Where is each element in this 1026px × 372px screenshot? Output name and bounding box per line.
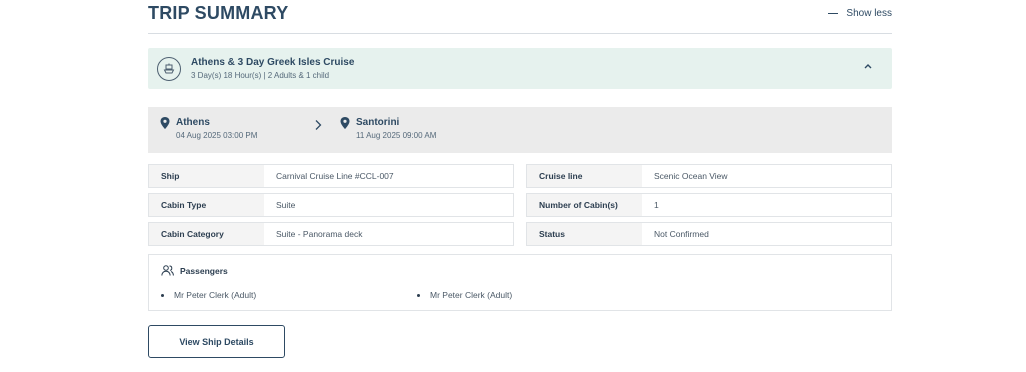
detail-status: Status Not Confirmed xyxy=(526,222,892,246)
detail-label: Ship xyxy=(149,165,264,187)
location-pin-icon xyxy=(340,117,350,129)
details-row: Cabin Category Suite - Panorama deck Sta… xyxy=(148,222,892,246)
detail-label: Number of Cabin(s) xyxy=(527,194,642,216)
detail-label: Cabin Category xyxy=(149,223,264,245)
chevron-right-icon xyxy=(314,118,322,134)
passenger-name: Mr Peter Clerk (Adult) xyxy=(174,290,257,300)
detail-label: Cruise line xyxy=(527,165,642,187)
detail-cabin-category: Cabin Category Suite - Panorama deck xyxy=(148,222,514,246)
detail-value: 1 xyxy=(654,200,659,210)
passengers-label: Passengers xyxy=(180,265,228,276)
destination-datetime: 11 Aug 2025 09:00 AM xyxy=(356,131,437,140)
destination-city: Santorini xyxy=(356,117,400,128)
trip-summary-header: TRIP SUMMARY Show less xyxy=(148,0,892,34)
people-icon xyxy=(161,265,174,276)
detail-value: Not Confirmed xyxy=(654,229,709,239)
cruise-details-table: Ship Carnival Cruise Line #CCL-007 Cruis… xyxy=(148,164,892,251)
detail-value: Suite xyxy=(276,200,296,210)
details-row: Ship Carnival Cruise Line #CCL-007 Cruis… xyxy=(148,164,892,188)
minus-icon xyxy=(828,12,839,15)
cruise-subtitle: 3 Day(s) 18 Hour(s) | 2 Adults & 1 child xyxy=(191,71,330,80)
detail-value: Carnival Cruise Line #CCL-007 xyxy=(276,171,394,181)
ship-icon xyxy=(157,56,181,81)
chevron-up-icon[interactable] xyxy=(864,61,872,72)
detail-value: Scenic Ocean View xyxy=(654,171,728,181)
details-row: Cabin Type Suite Number of Cabin(s) 1 xyxy=(148,193,892,217)
detail-cruise-line: Cruise line Scenic Ocean View xyxy=(526,164,892,188)
show-less-button[interactable]: Show less xyxy=(828,8,892,19)
passengers-panel: Passengers Mr Peter Clerk (Adult) Mr Pet… xyxy=(148,254,892,311)
origin-datetime: 04 Aug 2025 03:00 PM xyxy=(176,131,258,140)
trip-summary: TRIP SUMMARY Show less Athens & 3 Day Gr… xyxy=(148,0,892,358)
cruise-name: Athens & 3 Day Greek Isles Cruise xyxy=(191,57,355,68)
passenger-item: Mr Peter Clerk (Adult) xyxy=(417,290,512,300)
view-ship-details-button[interactable]: View Ship Details xyxy=(148,325,285,358)
page-title: TRIP SUMMARY xyxy=(148,3,289,23)
location-pin-icon xyxy=(160,117,170,129)
cruise-summary-bar[interactable]: Athens & 3 Day Greek Isles Cruise 3 Day(… xyxy=(148,48,892,89)
passengers-heading: Passengers xyxy=(161,265,228,276)
route-origin: Athens 04 Aug 2025 03:00 PM xyxy=(160,117,257,140)
detail-label: Cabin Type xyxy=(149,194,264,216)
route-destination: Santorini 11 Aug 2025 09:00 AM xyxy=(340,117,436,140)
route-panel: Athens 04 Aug 2025 03:00 PM Santorini 11… xyxy=(148,107,892,153)
detail-cabin-type: Cabin Type Suite xyxy=(148,193,514,217)
show-less-label: Show less xyxy=(846,8,892,19)
detail-number-of-cabins: Number of Cabin(s) 1 xyxy=(526,193,892,217)
bullet-icon xyxy=(161,293,164,297)
bullet-icon xyxy=(417,293,420,297)
passenger-name: Mr Peter Clerk (Adult) xyxy=(430,290,513,300)
detail-label: Status xyxy=(527,223,642,245)
origin-city: Athens xyxy=(176,117,210,128)
detail-value: Suite - Panorama deck xyxy=(276,229,363,239)
detail-ship: Ship Carnival Cruise Line #CCL-007 xyxy=(148,164,514,188)
passenger-item: Mr Peter Clerk (Adult) xyxy=(161,290,256,300)
